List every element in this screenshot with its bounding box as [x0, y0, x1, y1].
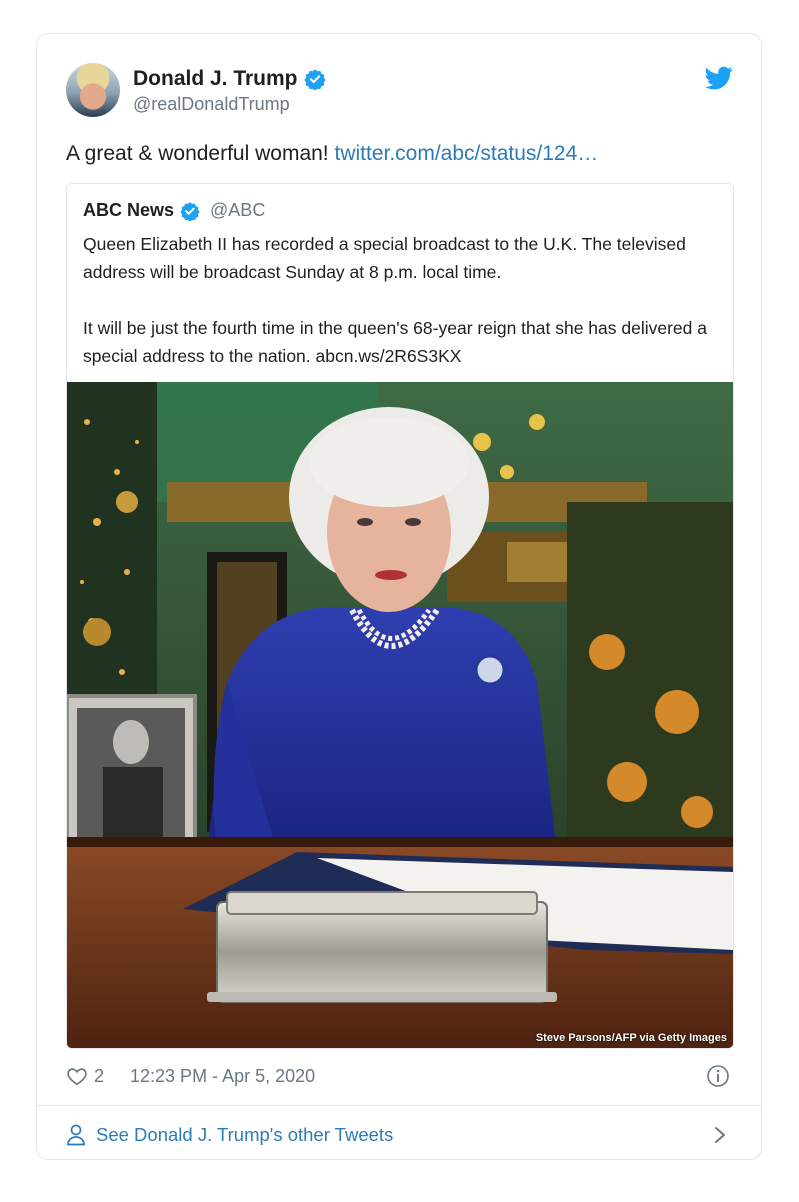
- quoted-author-name: ABC News: [83, 200, 175, 220]
- quoted-text: Queen Elizabeth II has recorded a specia…: [83, 230, 723, 370]
- twitter-bird-icon[interactable]: [705, 64, 733, 92]
- like-count[interactable]: 2: [94, 1066, 104, 1087]
- tweet-link[interactable]: twitter.com/abc/status/124…: [334, 142, 598, 165]
- info-icon[interactable]: [706, 1064, 730, 1088]
- quoted-tweet[interactable]: ABC News @ABC Queen Elizabeth II has rec…: [66, 183, 734, 1049]
- see-more-tweets-link[interactable]: See Donald J. Trump's other Tweets: [66, 1122, 732, 1148]
- avatar[interactable]: [66, 63, 120, 117]
- photo-illustration: [67, 382, 733, 1048]
- quoted-header: ABC News @ABC: [83, 200, 265, 221]
- author-name[interactable]: Donald J. Trump: [133, 67, 298, 91]
- tweet-footer: 2 12:23 PM - Apr 5, 2020: [66, 1064, 732, 1088]
- photo-credit: Steve Parsons/AFP via Getty Images: [535, 1032, 727, 1044]
- verified-icon: [303, 69, 326, 90]
- chevron-right-icon[interactable]: [712, 1125, 728, 1145]
- tweet-text: A great & wonderful woman! twitter.com/a…: [66, 140, 598, 168]
- divider: [37, 1105, 761, 1106]
- person-icon: [67, 1124, 85, 1146]
- heart-icon[interactable]: [66, 1065, 88, 1087]
- timestamp[interactable]: 12:23 PM - Apr 5, 2020: [130, 1066, 315, 1087]
- embedded-tweet-card: Donald J. Trump @realDonaldTrump A great…: [36, 33, 762, 1160]
- quoted-photo[interactable]: Steve Parsons/AFP via Getty Images: [67, 382, 733, 1048]
- verified-icon: [180, 201, 200, 221]
- tweet-body: A great & wonderful woman!: [66, 142, 335, 165]
- quoted-paragraph: Queen Elizabeth II has recorded a specia…: [83, 234, 686, 282]
- author-name-row[interactable]: Donald J. Trump: [133, 67, 326, 91]
- quoted-paragraph: It will be just the fourth time in the q…: [83, 318, 707, 366]
- quoted-author-handle: @ABC: [210, 200, 266, 220]
- see-more-label[interactable]: See Donald J. Trump's other Tweets: [96, 1124, 393, 1146]
- author-handle[interactable]: @realDonaldTrump: [133, 94, 290, 115]
